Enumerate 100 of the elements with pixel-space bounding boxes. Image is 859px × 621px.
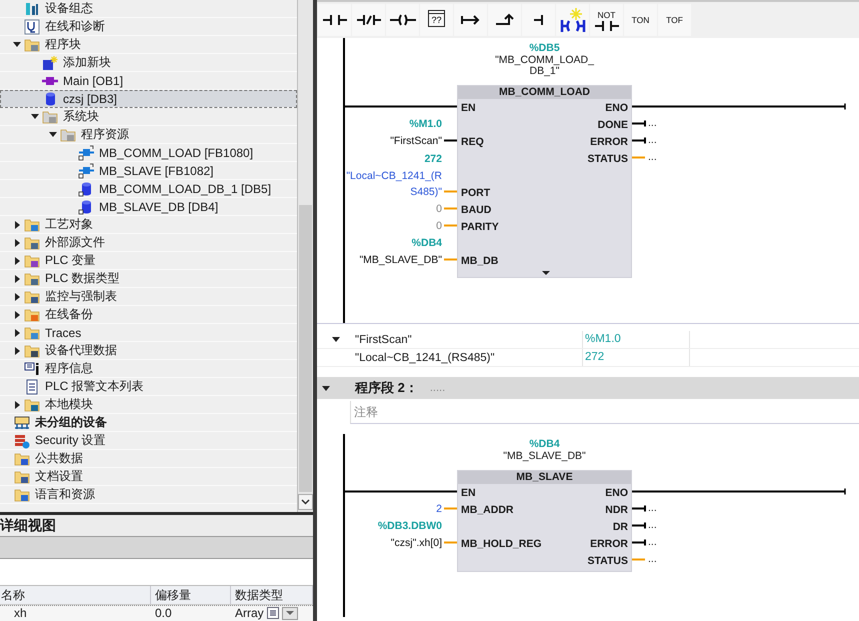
pin-label: MB_DB [461,254,498,268]
arrow-up-icon [494,13,514,27]
database-icon [78,198,94,214]
tree-item[interactable]: 本地模块 [0,396,297,414]
folder-icon [24,324,40,340]
dropdown-button[interactable] [282,606,298,620]
operand-placeholder[interactable]: ... [648,132,657,146]
database-icon [78,180,94,196]
toolbar-button[interactable]: ?? [420,4,453,36]
tree-item[interactable]: Security 设置 [0,432,297,450]
operand-name[interactable]: 0 [436,200,442,216]
operand-name[interactable]: 0 [436,218,442,234]
list-icon[interactable] [266,607,279,620]
pin-label: REQ [461,134,484,148]
folder-icon [24,252,40,268]
toolbar-button[interactable] [454,4,487,36]
triangle-right-icon[interactable] [14,238,20,246]
operand-name[interactable]: "czsj".xh[0] [390,534,442,550]
wire-line [444,258,457,260]
triangle-right-icon[interactable] [14,256,20,264]
tree-item[interactable]: 程序信息 [0,360,297,378]
operand-placeholder[interactable]: ... [648,518,657,532]
toolbar-button[interactable] [522,4,555,36]
triangle-right-icon[interactable] [14,346,20,354]
toolbar-button[interactable] [556,4,589,36]
tree-item[interactable]: PLC 变量 [0,252,297,270]
toolbar-button[interactable] [386,4,419,36]
tree-item[interactable]: 公共数据 [0,450,297,468]
toolbar-button[interactable] [488,4,521,36]
tree-item[interactable]: 程序块 [0,36,297,54]
operand-placeholder[interactable]: ... [648,116,657,130]
triangle-right-icon[interactable] [14,274,20,282]
tree-item[interactable]: 系统块 [0,108,297,126]
tree-item[interactable]: PLC 报警文本列表 [0,378,297,396]
operand-name[interactable]: "Local~CB_1241_(RS485)" [342,168,442,200]
contact-icon [322,14,346,26]
tree-item[interactable]: MB_SLAVE [FB1082] [0,162,297,180]
toolbar-button[interactable]: TON [624,4,657,36]
tree-item[interactable]: 监控与强制表 [0,288,297,306]
tree-item[interactable]: 语言和资源 [0,486,297,504]
tree-item[interactable]: 外部源文件 [0,234,297,252]
column-header[interactable]: 名称 [0,586,151,604]
operand-address: 272 [424,152,442,166]
folder-icon [14,486,30,502]
tag-name: "FirstScan" [355,334,413,346]
tree-item[interactable]: 未分组的设备 [0,414,297,432]
block-icon [78,144,94,160]
tree-item[interactable]: MB_COMM_LOAD_DB_1 [DB5] [0,180,297,198]
toolbar-button[interactable] [318,4,351,36]
instance-address: %DB4 [529,438,560,451]
triangle-right-icon[interactable] [14,292,20,300]
operand-placeholder[interactable]: ... [648,534,657,548]
tree-item[interactable]: 工艺对象 [0,216,297,234]
info-icon [24,360,40,376]
tree-item[interactable]: MB_COMM_LOAD [FB1080] [0,144,297,162]
operand-name[interactable]: "MB_SLAVE_DB" [359,252,442,268]
scrollbar[interactable] [298,0,313,512]
triangle-down-icon[interactable] [332,337,340,342]
tree-item[interactable]: 设备组态 [0,0,297,18]
operand-name[interactable]: 2 [436,500,442,516]
operand-placeholder[interactable]: ... [648,552,657,566]
new-block-icon [42,54,58,70]
operand-placeholder[interactable]: ... [648,150,657,164]
toolbar-button[interactable]: TOF [658,4,691,36]
triangle-down-icon[interactable] [322,386,330,390]
tree-item[interactable]: czsj [DB3] [0,90,297,108]
scroll-down-button[interactable] [298,494,313,510]
operand-address: %M1.0 [409,116,442,132]
instance-name: "MB_COMM_LOAD_DB_1" [494,55,594,77]
tree-item[interactable]: 程序资源 [0,126,297,144]
table-cell: Array [235,606,264,621]
triangle-right-icon[interactable] [14,400,20,408]
column-header[interactable]: 偏移量 [151,586,231,604]
tree-item[interactable]: 在线和诊断 [0,18,297,36]
device-icon [24,0,40,16]
arrow-right-icon [460,14,480,26]
function-block[interactable]: MB_SLAVE EN MB_ADDR MB_HOLD_REG ENO NDR DR ERROR STATUS [457,470,632,572]
tree-item[interactable]: 添加新块 [0,54,297,72]
toolbar-button[interactable] [352,4,385,36]
triangle-right-icon[interactable] [14,328,20,336]
scrollbar-thumb[interactable] [299,205,312,492]
wire-line [444,190,457,192]
operand-name[interactable]: "FirstScan" [390,132,442,148]
tree-item[interactable]: 在线备份 [0,306,297,324]
comment-field[interactable]: 注释 [350,401,859,424]
tree-item[interactable]: MB_SLAVE_DB [DB4] [0,198,297,216]
expand-arrow-icon[interactable] [542,271,550,275]
folder-icon [14,468,30,484]
chevron-down-icon [301,499,310,505]
tree-item[interactable]: 文档设置 [0,468,297,486]
folder-icon [24,306,40,322]
function-block[interactable]: MB_COMM_LOAD EN REQ PORT BAUD PARITY MB_DB ENO DONE ERROR STATUS [457,85,632,278]
diagnostics-icon [24,18,40,34]
toolbar-button[interactable]: NOT [590,4,623,36]
tree-item[interactable]: 设备代理数据 [0,342,297,360]
operand-placeholder[interactable]: ... [648,500,657,514]
triangle-right-icon[interactable] [14,310,20,318]
instance-name: "MB_SLAVE_DB" [503,451,586,462]
triangle-right-icon[interactable] [14,220,20,228]
tree-item[interactable]: PLC 数据类型 [0,270,297,288]
